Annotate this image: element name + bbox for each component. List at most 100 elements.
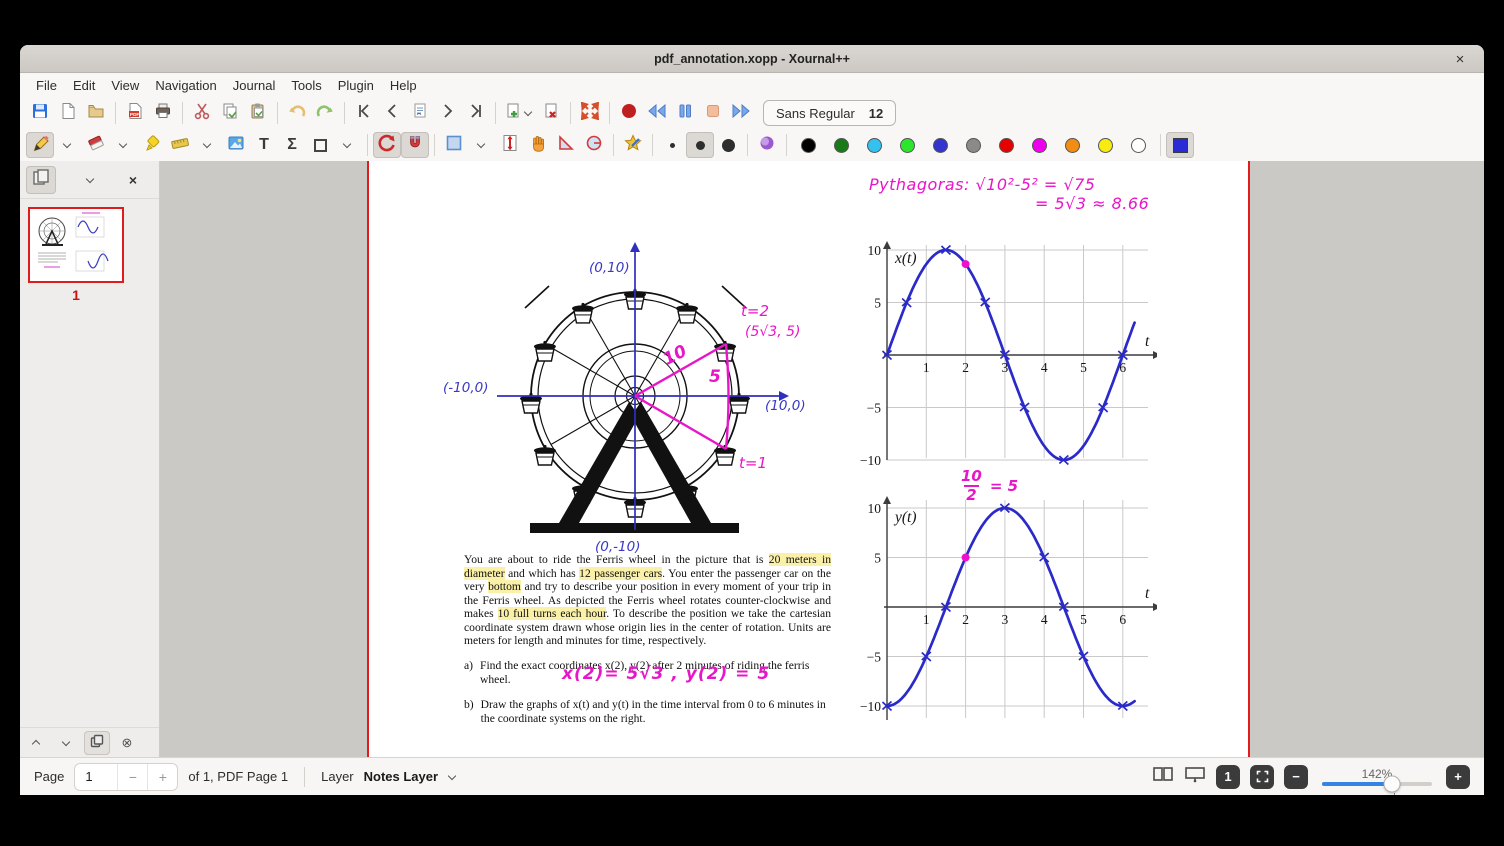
save-button[interactable] <box>26 100 54 126</box>
highlighted-text: bottom <box>488 580 521 593</box>
zoom-slider[interactable] <box>1322 775 1432 795</box>
zoom-out-button[interactable]: − <box>1284 764 1308 789</box>
color-black-button[interactable] <box>792 132 825 158</box>
color-dark-green-button[interactable] <box>825 132 858 158</box>
next-page-button[interactable] <box>434 100 462 126</box>
sidebar-dropdown-button[interactable] <box>76 166 106 194</box>
last-page-button[interactable] <box>462 100 490 126</box>
forward-audio-button[interactable] <box>727 100 755 126</box>
add-page-button[interactable] <box>501 100 537 126</box>
previous-annotated-page-button[interactable] <box>406 100 434 126</box>
zoom-fit-button[interactable] <box>1250 764 1274 789</box>
fill-toggle-button[interactable] <box>753 132 781 158</box>
menu-navigation[interactable]: Navigation <box>147 76 224 95</box>
menu-tools[interactable]: Tools <box>283 76 329 95</box>
select-color-button[interactable] <box>1166 132 1194 158</box>
stop-audio-button[interactable] <box>699 100 727 126</box>
zoom-slider-handle[interactable] <box>1383 775 1401 792</box>
rewind-audio-button[interactable] <box>643 100 671 126</box>
new-document-button[interactable] <box>54 100 82 126</box>
close-window-button[interactable]: × <box>1446 45 1474 73</box>
shape-recognizer-button[interactable] <box>619 132 647 158</box>
menu-file[interactable]: File <box>28 76 65 95</box>
color-cyan-button[interactable] <box>858 132 891 158</box>
setsquare-tool-button[interactable] <box>552 132 580 158</box>
color-blue-button[interactable] <box>924 132 957 158</box>
image-tool-button[interactable] <box>222 132 250 158</box>
tex-tool-button[interactable]: Σ <box>278 132 306 158</box>
color-magenta-button[interactable] <box>1023 132 1056 158</box>
copy-button[interactable] <box>216 100 244 126</box>
page-thumbnail[interactable] <box>28 207 124 283</box>
print-button[interactable] <box>149 100 177 126</box>
color-yellow-button[interactable] <box>1089 132 1122 158</box>
zoom-100-button[interactable]: 1 <box>1216 764 1240 789</box>
font-button[interactable]: Sans Regular 12 <box>763 100 897 126</box>
sidebar-close-page-button[interactable]: ⊗ <box>114 731 140 755</box>
pen-options-dropdown[interactable] <box>54 132 82 158</box>
color-gray-button[interactable] <box>957 132 990 158</box>
line-width-medium-button[interactable] <box>686 132 714 158</box>
pdf-page[interactable]: Pythagoras: √10²-5² = √75 = 5√3 ≈ 8.66 (… <box>367 161 1250 757</box>
redo-button[interactable] <box>311 100 339 126</box>
presentation-mode-button[interactable] <box>1184 765 1206 788</box>
compass-tool-button[interactable] <box>580 132 608 158</box>
fullscreen-button[interactable] <box>576 100 604 126</box>
selection-options-dropdown[interactable] <box>468 132 496 158</box>
paste-button[interactable] <box>244 100 272 126</box>
select-rectangle-button[interactable] <box>440 132 468 158</box>
color-orange-button[interactable] <box>1056 132 1089 158</box>
color-green-button[interactable] <box>891 132 924 158</box>
sidebar-scroll-down-button[interactable] <box>54 731 80 755</box>
pen-tool-button[interactable] <box>26 132 54 158</box>
eraser-tool-button[interactable] <box>82 132 110 158</box>
delete-page-icon <box>542 102 560 125</box>
pythagoras-annotation: Pythagoras: √10²-5² = √75 = 5√3 ≈ 8.66 <box>869 175 1149 213</box>
eraser-options-dropdown[interactable] <box>110 132 138 158</box>
dual-page-view-button[interactable] <box>1152 765 1174 788</box>
menu-plugin[interactable]: Plugin <box>330 76 382 95</box>
sidebar-scroll-up-button[interactable] <box>24 731 50 755</box>
menu-journal[interactable]: Journal <box>225 76 284 95</box>
font-size: 12 <box>868 105 884 121</box>
svg-text:3: 3 <box>1002 612 1009 627</box>
highlighter-tool-button[interactable] <box>138 132 166 158</box>
color-red-button[interactable] <box>990 132 1023 158</box>
document-canvas[interactable]: Pythagoras: √10²-5² = √75 = 5√3 ≈ 8.66 (… <box>160 161 1484 757</box>
toolbar-separator <box>367 134 368 156</box>
color-white-button[interactable] <box>1122 132 1155 158</box>
line-width-fine-button[interactable] <box>658 132 686 158</box>
menu-help[interactable]: Help <box>382 76 425 95</box>
text-tool-button[interactable]: T <box>250 132 278 158</box>
ruler-options-dropdown[interactable] <box>194 132 222 158</box>
shape-options-dropdown[interactable] <box>334 132 362 158</box>
ruler-tool-button[interactable] <box>166 132 194 158</box>
first-page-button[interactable] <box>350 100 378 126</box>
sidebar-close-button[interactable]: × <box>118 166 148 194</box>
vertical-space-tool-button[interactable] <box>496 132 524 158</box>
previous-page-button[interactable] <box>378 100 406 126</box>
layer-selector[interactable]: Notes Layer <box>364 769 438 784</box>
rotation-snapping-button[interactable] <box>373 132 401 158</box>
page-number-input[interactable] <box>75 763 118 790</box>
delete-page-button[interactable] <box>537 100 565 126</box>
page-increment-button[interactable]: + <box>147 763 177 790</box>
hand-tool-button[interactable] <box>524 132 552 158</box>
menu-edit[interactable]: Edit <box>65 76 103 95</box>
record-audio-button[interactable] <box>615 100 643 126</box>
menu-view[interactable]: View <box>103 76 147 95</box>
add-page-icon <box>504 102 522 125</box>
undo-button[interactable] <box>283 100 311 126</box>
shape-tool-button[interactable] <box>306 132 334 158</box>
export-pdf-button[interactable]: PDF <box>121 100 149 126</box>
pause-audio-button[interactable] <box>671 100 699 126</box>
cut-button[interactable] <box>188 100 216 126</box>
grid-snapping-button[interactable] <box>401 132 429 158</box>
zoom-in-button[interactable]: + <box>1446 764 1470 789</box>
page-decrement-button[interactable]: − <box>117 763 147 790</box>
open-document-button[interactable] <box>82 100 110 126</box>
sidebar-duplicate-button[interactable] <box>84 730 110 755</box>
line-width-thick-button[interactable] <box>714 132 742 158</box>
highlighted-text: 12 passenger cars <box>579 566 663 580</box>
sidebar-pages-tab-button[interactable] <box>26 165 56 194</box>
